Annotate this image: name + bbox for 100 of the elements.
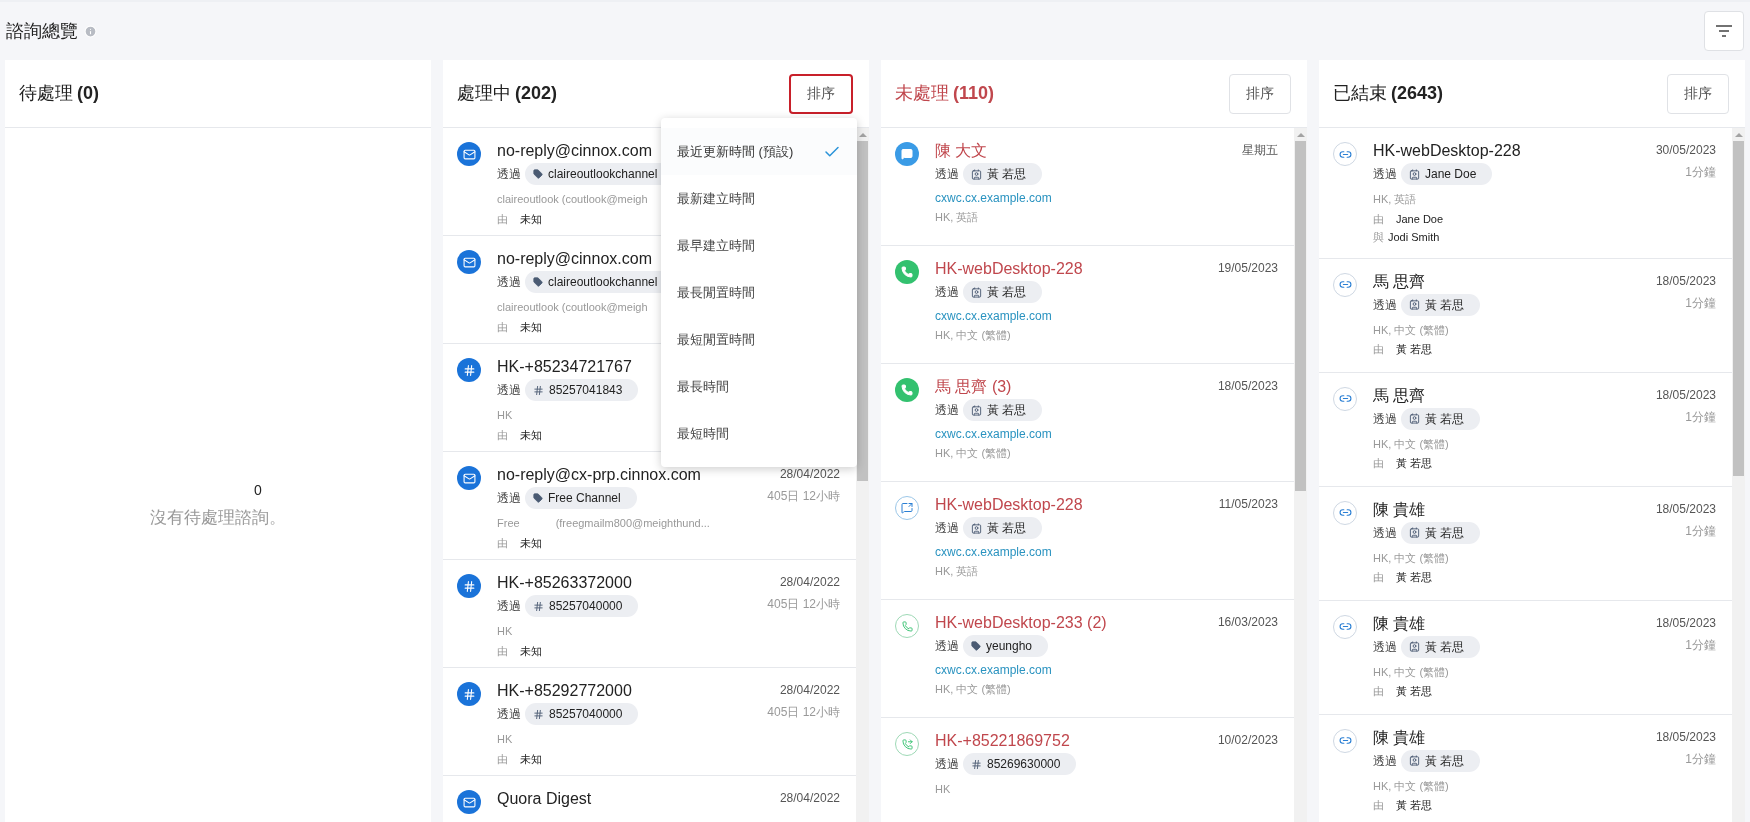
inquiry-title: 陳 貴雄: [1373, 613, 1426, 634]
detail-text: Free: [497, 516, 520, 531]
inquiry-title: no-reply@cinnox.com: [497, 141, 652, 161]
scrollbar[interactable]: [1294, 128, 1307, 822]
column-title: 已結束: [1333, 82, 1387, 105]
from-label: 由: [1373, 456, 1384, 471]
website-link[interactable]: cxwc.cx.example.com: [935, 543, 1278, 561]
contact-card-icon: [971, 404, 982, 416]
sort-option[interactable]: 最長時間: [661, 363, 857, 410]
column-count: (2643): [1391, 82, 1444, 105]
envelope-icon: [457, 142, 481, 166]
hash-icon: [457, 574, 481, 598]
via-label: 透過: [497, 490, 521, 507]
date-text: 28/04/2022: [779, 574, 840, 591]
phone-icon: [895, 260, 919, 284]
date-text: 19/05/2023: [1217, 260, 1278, 277]
detail-text: HK: [497, 732, 513, 747]
sort-button[interactable]: 排序: [1667, 73, 1729, 114]
sort-option[interactable]: 最近更新時間 (預設): [661, 128, 857, 175]
detail-text: HK, 中文 (繁體): [1373, 436, 1449, 452]
website-link[interactable]: cxwc.cx.example.com: [935, 661, 1278, 679]
contact-card-icon: [1409, 299, 1420, 310]
via-label: 透過: [1373, 296, 1397, 314]
detail-text: HK: [497, 408, 513, 423]
info-icon[interactable]: [84, 24, 97, 38]
from-label: 由: [497, 535, 508, 551]
contact-card-icon: [1409, 755, 1420, 766]
scrollbar[interactable]: [1732, 128, 1745, 822]
website-link[interactable]: cxwc.cx.example.com: [935, 425, 1278, 443]
inquiry-title: 馬 思齊: [1373, 385, 1426, 406]
website-link[interactable]: cxwc.cx.example.com: [935, 307, 1278, 325]
from-label: 由: [497, 751, 508, 767]
duration-text: 405日 12小時: [767, 488, 840, 505]
sort-button[interactable]: 排序: [1229, 73, 1291, 114]
detail-text: HK, 中文 (繁體): [935, 328, 1011, 343]
inquiry-title: HK-webDesktop-228: [1373, 141, 1521, 161]
detail-text: HK, 中文 (繁體): [1373, 778, 1449, 794]
hash-icon: [533, 384, 544, 396]
via-label: 透過: [1373, 524, 1397, 542]
hash-icon: [533, 708, 544, 720]
empty-count: 0: [253, 480, 262, 500]
channel-chip: Free Channel: [525, 487, 637, 509]
page-title: 諮詢總覽: [6, 19, 78, 43]
channel-chip: 黃 若思: [1401, 293, 1481, 316]
tag-icon: [533, 277, 543, 287]
link-icon: [1333, 500, 1357, 525]
duration-text: 405日 12小時: [767, 596, 840, 613]
sort-button[interactable]: 排序: [789, 73, 853, 114]
channel-chip: 85257041843: [525, 379, 639, 401]
via-label: 透過: [1373, 166, 1397, 183]
column-title: 未處理: [895, 82, 949, 105]
contact-card-icon: [1409, 641, 1420, 652]
date-text: 11/05/2023: [1218, 496, 1278, 513]
detail-text: HK: [497, 624, 513, 639]
sender-name: 未知: [520, 643, 542, 659]
channel-chip: yeungho: [963, 635, 1049, 657]
link-icon: [1333, 272, 1357, 297]
inquiry-title: 陳 貴雄: [1373, 499, 1426, 520]
column-count: (202): [515, 82, 558, 105]
filter-button[interactable]: [1704, 11, 1744, 51]
detail-text: (freegmailm800@meighthund...: [555, 516, 710, 531]
envelope-icon: [457, 250, 481, 274]
channel-chip: 黃 若思: [963, 399, 1043, 421]
via-label: 透過: [1373, 752, 1397, 770]
via-label: 透過: [935, 638, 959, 655]
duration-text: 405日 12小時: [767, 704, 840, 721]
envelope-icon: [457, 466, 481, 490]
channel-chip: 黃 若思: [963, 281, 1043, 303]
contact-card-icon: [971, 522, 982, 534]
hash-icon: [533, 600, 544, 612]
from-label: 由: [497, 319, 508, 335]
hash-icon: [971, 758, 982, 770]
date-text: 16/03/2023: [1217, 614, 1278, 631]
contact-card-icon: [1409, 527, 1420, 538]
participant-name: Jodi Smith: [1388, 230, 1440, 245]
inquiry-title: HK-+85292772000: [497, 681, 632, 701]
scrollbar[interactable]: [856, 128, 869, 822]
date-text: 18/05/2023: [1655, 386, 1716, 404]
duration-text: 1分鐘: [1685, 294, 1716, 312]
link-icon: [1333, 614, 1357, 639]
date-text: 18/05/2023: [1655, 272, 1716, 290]
duration-text: 1分鐘: [1685, 636, 1716, 654]
sender-name: 未知: [520, 319, 542, 335]
via-label: 透過: [1373, 638, 1397, 656]
channel-chip: 85257040000: [525, 595, 639, 617]
date-text: 18/05/2023: [1655, 614, 1716, 632]
tag-icon: [533, 493, 543, 503]
inquiry-title: HK-webDesktop-228: [935, 495, 1083, 515]
sender-name: 未知: [520, 751, 542, 767]
detail-text: HK, 中文 (繁體): [935, 446, 1011, 461]
via-label: 透過: [935, 756, 959, 773]
phone-forward-icon: [895, 732, 919, 756]
duration-text: 1分鐘: [1685, 750, 1716, 768]
tag-icon: [971, 641, 981, 651]
website-link[interactable]: cxwc.cx.example.com: [935, 189, 1278, 207]
date-text: 10/02/2023: [1217, 732, 1278, 749]
inquiry-title: no-reply@cinnox.com: [497, 249, 652, 269]
channel-chip: 85269630000: [963, 753, 1077, 775]
link-icon: [1333, 142, 1357, 166]
date-text: 28/04/2022: [779, 790, 840, 807]
